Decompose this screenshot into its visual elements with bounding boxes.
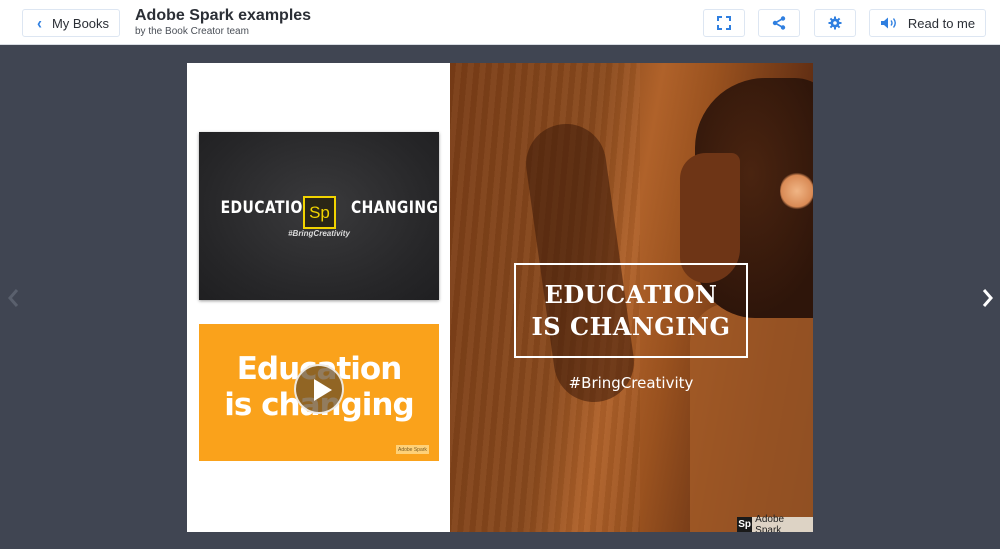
read-to-me-button[interactable]: Read to me — [869, 9, 986, 37]
headline-line1: EDUCATION — [544, 280, 718, 309]
book-title: Adobe Spark examples — [135, 7, 312, 24]
card1-title-right: CHANGING — [350, 198, 439, 218]
right-page-image: EDUCATION IS CHANGING #BringCreativity S… — [450, 63, 813, 532]
adobe-spark-badge-small: Adobe Spark — [396, 445, 429, 454]
next-page-button[interactable] — [978, 283, 998, 313]
share-button[interactable] — [758, 9, 800, 37]
spark-logo-icon: Sp — [737, 517, 753, 532]
hair-flower — [780, 171, 813, 211]
chevron-right-icon — [982, 289, 993, 307]
card1-title-left: EDUCATION — [220, 198, 315, 218]
hashtag: #BringCreativity — [568, 374, 694, 392]
my-books-label: My Books — [51, 15, 110, 31]
settings-button[interactable] — [814, 9, 856, 37]
spark-badge-label: Adobe Spark — [755, 513, 785, 533]
education-video[interactable]: Education is changing Adobe Spark — [199, 324, 439, 461]
headline: EDUCATION IS CHANGING — [516, 279, 746, 343]
read-to-me-label: Read to me — [907, 15, 976, 31]
top-bar: ‹ My Books Adobe Spark examples by the B… — [0, 0, 1000, 45]
chevron-left-icon — [8, 289, 19, 307]
left-page: EDUCATION CHANGING Sp #BringCreativity Ed… — [187, 63, 450, 532]
adobe-spark-badge: Sp Adobe Spark — [737, 513, 813, 533]
book-title-block: Adobe Spark examples by the Book Creator… — [135, 7, 311, 38]
headline-frame: EDUCATION IS CHANGING — [514, 263, 748, 358]
book-spread: EDUCATION CHANGING Sp #BringCreativity Ed… — [187, 63, 813, 532]
gear-icon — [828, 16, 842, 30]
play-button[interactable] — [294, 364, 344, 414]
speaker-icon — [880, 17, 896, 29]
my-books-button[interactable]: ‹ My Books — [22, 9, 120, 37]
education-changing-image[interactable]: EDUCATION CHANGING Sp #BringCreativity — [199, 132, 439, 300]
adobe-spark-logo: Sp — [303, 196, 336, 229]
card1-hashtag: #BringCreativity — [288, 229, 350, 238]
book-author: by the Book Creator team — [135, 26, 249, 37]
fullscreen-button[interactable] — [703, 9, 745, 37]
chevron-left-icon: ‹ — [36, 13, 42, 33]
headline-line2: IS CHANGING — [531, 312, 731, 341]
fullscreen-icon — [717, 16, 731, 30]
previous-page-button[interactable] — [3, 283, 23, 313]
share-icon — [772, 16, 786, 30]
